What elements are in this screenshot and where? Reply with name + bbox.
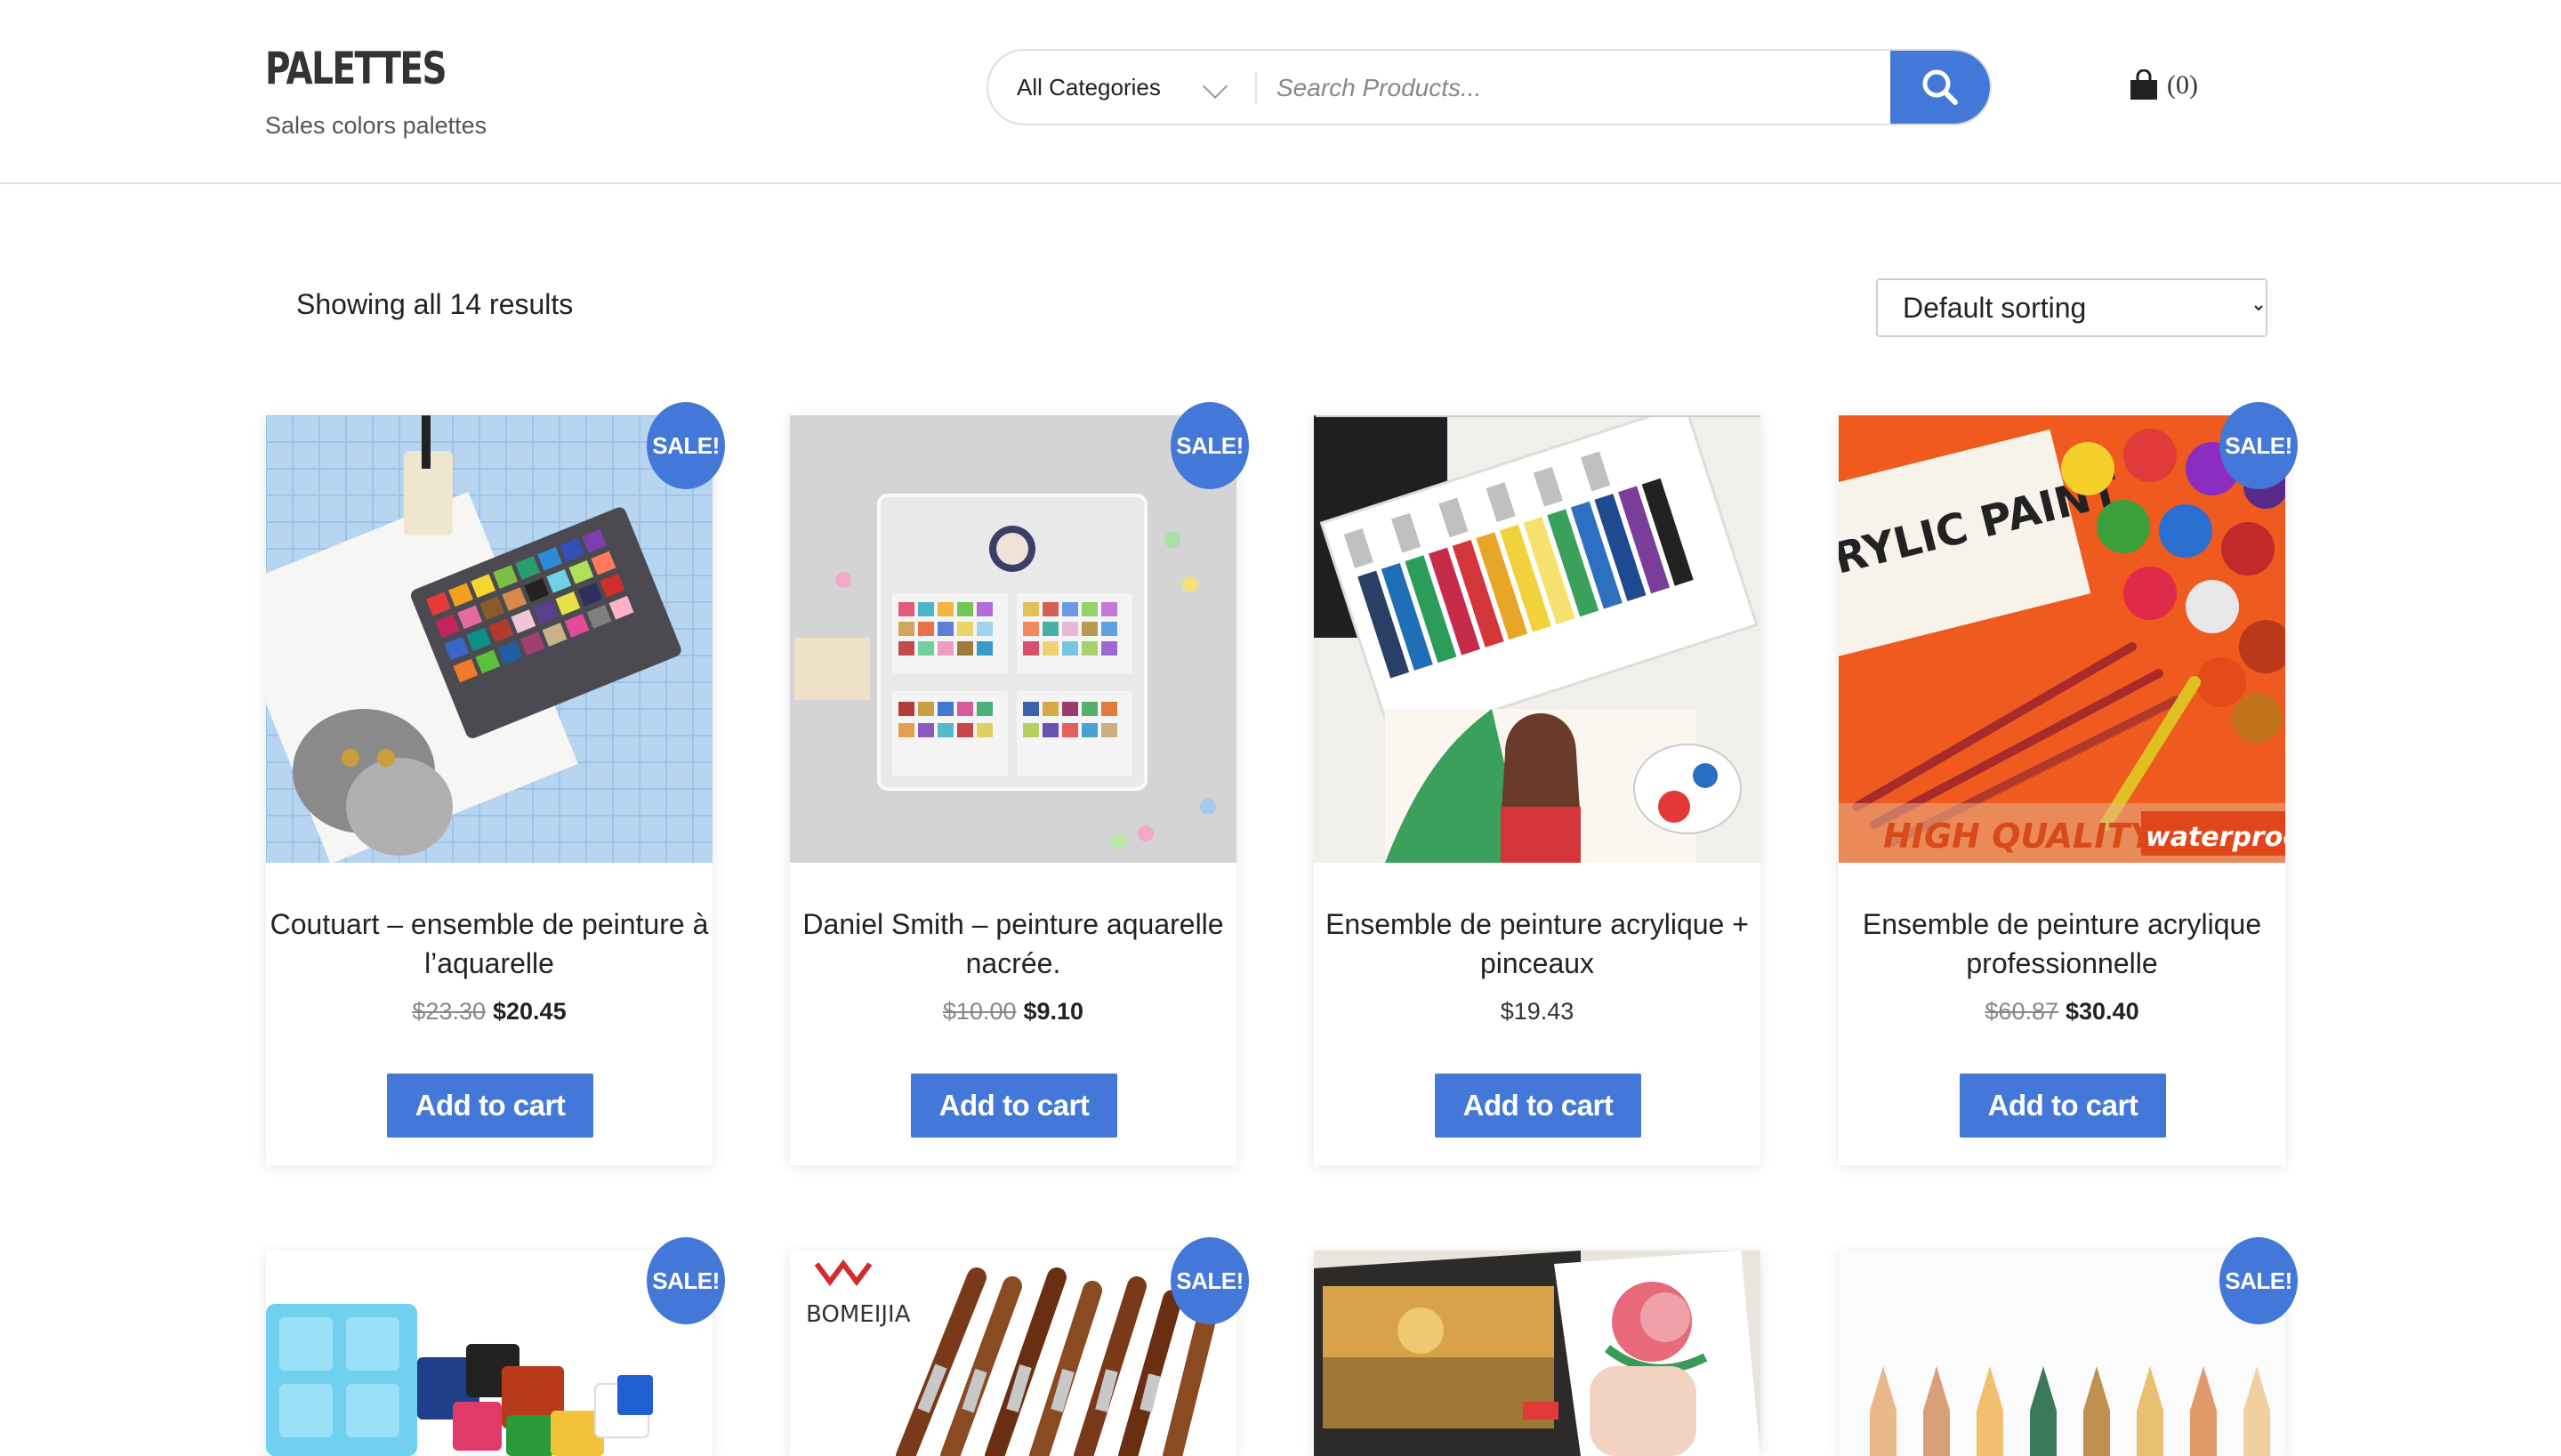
add-to-cart-button[interactable]: Add to cart [1960, 1074, 2166, 1138]
sale-price: $30.40 [2066, 998, 2139, 1025]
sale-price: $9.10 [1023, 998, 1084, 1025]
site-header: PALETTES Sales colors palettes All Categ… [0, 0, 2561, 184]
product-price: $60.87 $30.40 [1839, 998, 2285, 1026]
result-count: Showing all 14 results [296, 288, 574, 320]
product-title-line: Coutuart – ensemble de peinture à [270, 908, 709, 940]
product-image[interactable]: BOMEIJIA [790, 1251, 1236, 1456]
sale-badge: SALE! [2219, 1237, 2298, 1324]
category-select-label: All Categories [1017, 74, 1161, 101]
search-divider [1255, 72, 1257, 104]
product-card[interactable]: SALE! Coutuart – ensemble de peinture à … [266, 402, 725, 1165]
sale-badge: SALE! [647, 1237, 725, 1324]
product-title-line: nacrée. [965, 947, 1061, 979]
product-image[interactable] [1314, 1251, 1760, 1456]
old-price: $60.87 [1985, 998, 2058, 1025]
product-title[interactable]: Ensemble de peinture acrylique + pinceau… [1314, 905, 1760, 983]
product-card[interactable] [1314, 1251, 1760, 1456]
product-image[interactable] [266, 415, 713, 863]
product-title-line: Daniel Smith – peinture aquarelle [802, 908, 1224, 940]
sale-badge: SALE! [1171, 402, 1249, 489]
old-price: $23.30 [412, 998, 486, 1025]
sale-badge: SALE! [647, 402, 725, 489]
product-title[interactable]: Coutuart – ensemble de peinture à l’aqua… [266, 905, 713, 983]
product-price: $23.30 $20.45 [266, 998, 713, 1026]
product-title[interactable]: Daniel Smith – peinture aquarelle nacrée… [790, 905, 1236, 983]
product-card[interactable]: SALE! [266, 1237, 725, 1456]
product-card[interactable]: BOMEIJIA SALE! [790, 1237, 1249, 1456]
add-to-cart-button[interactable]: Add to cart [387, 1074, 593, 1138]
product-card[interactable]: SALE! Daniel Smith – peinture aquarelle … [790, 402, 1249, 1165]
brand-logo-text: BOMEIJIA [806, 1301, 911, 1328]
product-title-line: pinceaux [1479, 947, 1595, 979]
product-image[interactable] [1314, 415, 1760, 863]
search-input[interactable] [1275, 63, 1937, 113]
site-title[interactable]: PALETTES [265, 43, 447, 94]
site-tagline: Sales colors palettes [265, 112, 487, 139]
product-image[interactable]: RYLIC PAINT HIGH QUALITY waterproof [1839, 415, 2285, 863]
product-price: $10.00 $9.10 [790, 998, 1236, 1026]
product-card[interactable]: RYLIC PAINT HIGH QUALITY waterproof SALE… [1839, 402, 2298, 1165]
sale-badge: SALE! [2219, 402, 2298, 489]
product-search-form: All Categories [987, 49, 1992, 125]
add-to-cart-button[interactable]: Add to cart [911, 1074, 1117, 1138]
product-title[interactable]: Ensemble de peinture acrylique professio… [1839, 905, 2285, 983]
high-quality-text: HIGH QUALITY [1883, 816, 2157, 856]
search-icon [1922, 69, 1958, 105]
product-card[interactable]: SALE! [1839, 1237, 2298, 1456]
regular-price: $19.43 [1500, 998, 1574, 1025]
sale-price: $20.45 [493, 998, 567, 1025]
product-image[interactable] [790, 415, 1236, 863]
sorting-select[interactable]: Default sorting [1876, 278, 2267, 337]
cart-link[interactable]: (0) [2128, 69, 2198, 101]
product-title-line: Ensemble de peinture acrylique + [1325, 908, 1749, 940]
shopping-bag-icon [2130, 69, 2157, 100]
category-select[interactable]: All Categories [988, 51, 1255, 124]
chevron-down-icon [1202, 73, 1228, 100]
product-title-line: l’aquarelle [424, 947, 554, 979]
sale-badge: SALE! [1171, 1237, 1249, 1324]
old-price: $10.00 [942, 998, 1017, 1025]
waterproof-text: waterproof [2146, 822, 2285, 853]
product-title-line: Ensemble de peinture acrylique [1862, 908, 2262, 940]
product-card[interactable]: Ensemble de peinture acrylique + pinceau… [1314, 415, 1760, 1165]
product-title-line: professionnelle [1966, 947, 2158, 979]
product-price: $19.43 [1314, 998, 1760, 1026]
add-to-cart-button[interactable]: Add to cart [1435, 1074, 1641, 1138]
cart-count: (0) [2167, 70, 2198, 100]
product-image[interactable] [266, 1251, 713, 1456]
product-image[interactable] [1839, 1251, 2285, 1456]
search-button[interactable] [1890, 51, 1990, 124]
